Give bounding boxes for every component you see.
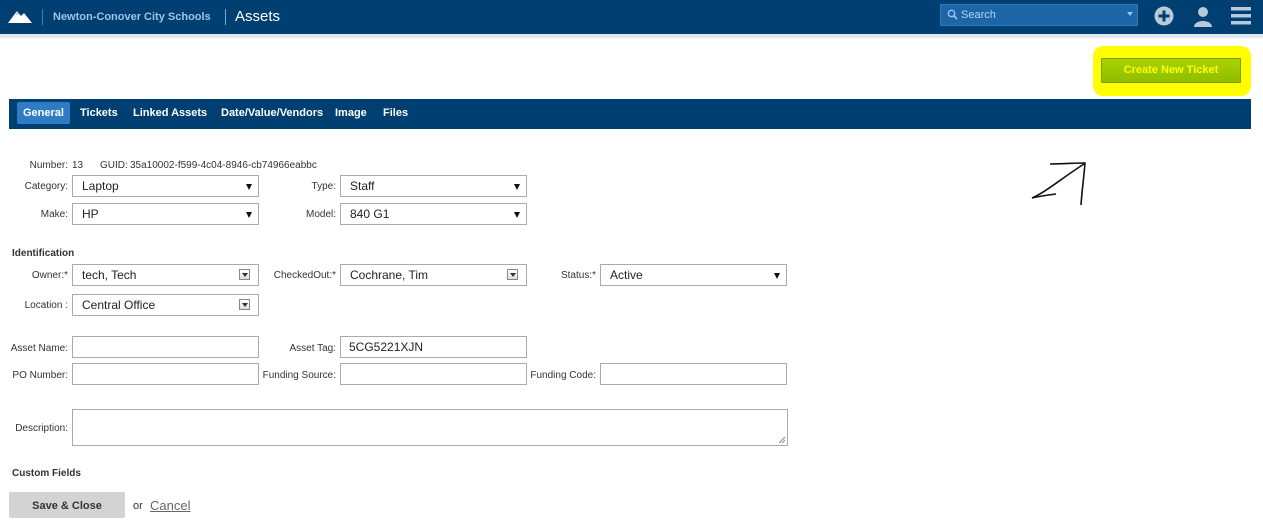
header-divider [225, 9, 226, 25]
category-select[interactable]: Laptop [72, 175, 259, 197]
add-circle-icon[interactable] [1153, 5, 1175, 27]
description-label: Description: [15, 423, 68, 434]
funding-source-field[interactable] [340, 363, 527, 385]
search-dropdown-icon[interactable] [1127, 12, 1133, 16]
tab-tickets[interactable]: Tickets [74, 102, 124, 124]
mountain-logo-icon[interactable] [8, 9, 32, 23]
checkedout-value: Cochrane, Tim [350, 268, 429, 282]
search-input[interactable] [961, 7, 1121, 23]
owner-label: Owner:* [31, 270, 68, 281]
search-box[interactable] [940, 4, 1138, 26]
top-bar: Newton-Conover City Schools Assets [0, 0, 1263, 34]
user-icon[interactable] [1192, 5, 1214, 27]
guid-value: 35a10002-f599-4c04-8946-cb74966eabbc [130, 160, 317, 171]
chevron-down-icon [774, 273, 780, 279]
status-select[interactable]: Active [600, 264, 787, 286]
save-and-close-button[interactable]: Save & Close [9, 492, 125, 518]
category-label: Category: [24, 181, 68, 192]
type-value: Staff [350, 179, 375, 193]
funding-code-label: Funding Code: [530, 370, 596, 381]
identification-heading: Identification [12, 248, 75, 259]
type-select[interactable]: Staff [340, 175, 527, 197]
owner-value: tech, Tech [82, 268, 137, 282]
page-title: Assets [235, 8, 281, 25]
number-value: 13 [72, 160, 84, 171]
location-combobox[interactable]: Central Office [72, 294, 259, 316]
combo-dropdown-icon[interactable] [239, 269, 250, 280]
make-select[interactable]: HP [72, 203, 259, 225]
make-value: HP [82, 207, 99, 221]
location-label: Location : [24, 300, 68, 311]
or-text: or [133, 500, 143, 512]
type-label: Type: [311, 181, 336, 192]
status-value: Active [610, 268, 643, 282]
model-label: Model: [305, 209, 336, 220]
model-value: 840 G1 [350, 207, 390, 221]
tab-files[interactable]: Files [377, 102, 414, 124]
po-number-label: PO Number: [12, 370, 68, 381]
chevron-down-icon [246, 184, 252, 190]
tab-date-value-vendors[interactable]: Date/Value/Vendors [215, 102, 329, 124]
header-shadow [0, 34, 1263, 38]
owner-combobox[interactable]: tech, Tech [72, 264, 259, 286]
checkedout-combobox[interactable]: Cochrane, Tim [340, 264, 527, 286]
funding-code-field[interactable] [600, 363, 787, 385]
model-select[interactable]: 840 G1 [340, 203, 527, 225]
asset-tag-field[interactable]: 5CG5221XJN [340, 336, 527, 358]
number-label: Number: [29, 160, 68, 171]
hand-drawn-arrow-icon [1031, 162, 1086, 206]
hamburger-menu-icon[interactable] [1230, 5, 1252, 27]
funding-source-label: Funding Source: [262, 370, 336, 381]
header-divider [42, 9, 43, 25]
tab-general[interactable]: General [17, 102, 70, 124]
create-new-ticket-button[interactable]: Create New Ticket [1101, 58, 1241, 83]
category-value: Laptop [82, 179, 119, 193]
tab-linked-assets[interactable]: Linked Assets [127, 102, 213, 124]
cancel-link[interactable]: Cancel [150, 498, 190, 513]
resize-grip-icon[interactable] [778, 436, 786, 444]
location-value: Central Office [82, 298, 156, 312]
description-textarea[interactable] [72, 409, 788, 446]
chevron-down-icon [514, 184, 520, 190]
organization-name[interactable]: Newton-Conover City Schools [53, 11, 211, 23]
combo-dropdown-icon[interactable] [507, 269, 518, 280]
asset-name-field[interactable] [72, 336, 259, 358]
make-label: Make: [40, 209, 68, 220]
status-label: Status:* [560, 270, 596, 281]
guid-label: GUID: [100, 160, 128, 171]
custom-fields-heading: Custom Fields [12, 468, 81, 479]
chevron-down-icon [246, 212, 252, 218]
po-number-field[interactable] [72, 363, 259, 385]
tab-image[interactable]: Image [329, 102, 373, 124]
asset-tag-label: Asset Tag: [289, 343, 336, 354]
asset-name-label: Asset Name: [10, 343, 68, 354]
tab-bar: General Tickets Linked Assets Date/Value… [9, 99, 1251, 129]
chevron-down-icon [514, 212, 520, 218]
search-icon [947, 9, 958, 20]
checkedout-label: CheckedOut:* [273, 270, 336, 281]
combo-dropdown-icon[interactable] [239, 299, 250, 310]
